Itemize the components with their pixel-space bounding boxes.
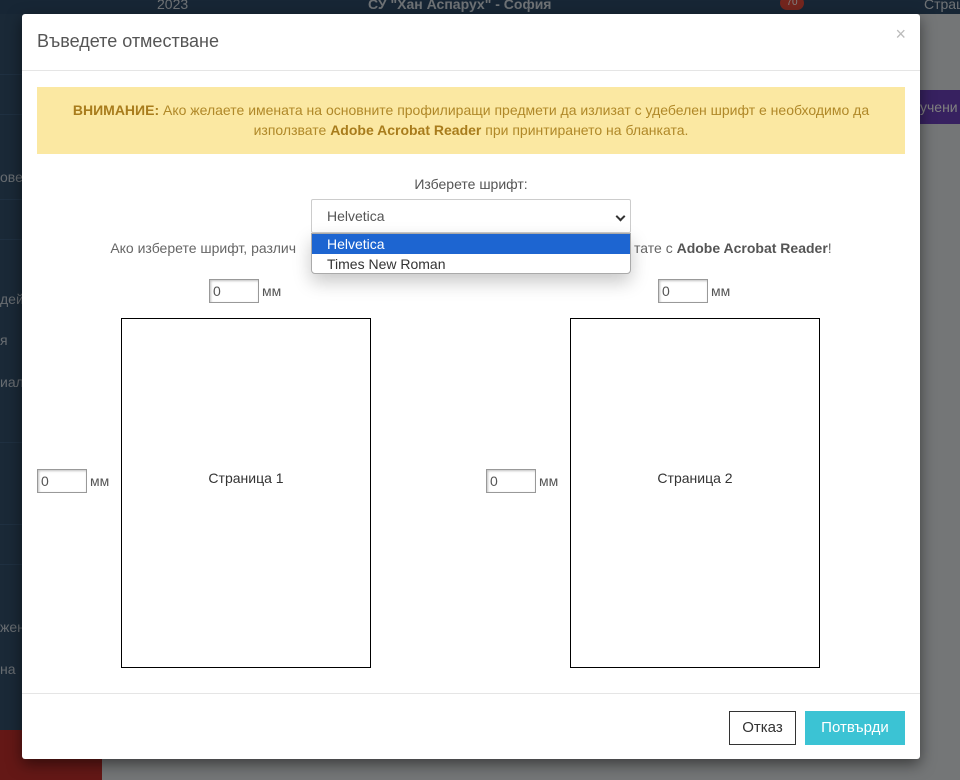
font-label: Изберете шрифт:: [414, 176, 528, 192]
page1-top-unit: мм: [262, 283, 282, 299]
font-option-times-new-roman[interactable]: Times New Roman: [312, 254, 630, 274]
warning-app-name: Adobe Acrobat Reader: [330, 122, 482, 138]
page2-left-offset-input[interactable]: 0: [486, 469, 536, 493]
cancel-button[interactable]: Отказ: [729, 711, 796, 745]
confirm-button[interactable]: Потвърди: [805, 711, 905, 745]
page2-label: Страница 2: [657, 470, 733, 486]
warning-text-end: при принтирането на бланката.: [481, 122, 689, 138]
font-select[interactable]: Helvetica: [311, 199, 631, 233]
page2-left-unit: мм: [539, 473, 559, 489]
info-app-name: Adobe Acrobat Reader: [676, 240, 828, 256]
page1-top-offset-input[interactable]: 0: [209, 279, 259, 303]
font-dropdown-list: Helvetica Times New Roman: [311, 233, 631, 274]
modal-footer: Отказ Потвърди: [22, 693, 920, 759]
warning-alert: ВНИМАНИЕ: Ако желаете имената на основни…: [37, 87, 905, 154]
page2-top-offset-input[interactable]: 0: [658, 279, 708, 303]
page1-label: Страница 1: [208, 470, 284, 486]
page2-top-unit: мм: [711, 283, 731, 299]
font-select-value: Helvetica: [327, 208, 385, 224]
page1-left-offset-input[interactable]: 0: [37, 469, 87, 493]
page1-left-unit: мм: [90, 473, 110, 489]
font-option-helvetica[interactable]: Helvetica: [312, 234, 630, 254]
chevron-down-icon: [615, 211, 626, 222]
modal-header: Въведете отместване ×: [22, 14, 920, 71]
page2-preview: Страница 2: [570, 318, 820, 668]
offset-modal: Въведете отместване × ВНИМАНИЕ: Ако жела…: [22, 14, 920, 759]
page1-preview: Страница 1: [121, 318, 371, 668]
modal-title: Въведете отместване: [37, 31, 220, 51]
warning-label: ВНИМАНИЕ:: [72, 102, 160, 118]
close-icon[interactable]: ×: [895, 24, 906, 45]
